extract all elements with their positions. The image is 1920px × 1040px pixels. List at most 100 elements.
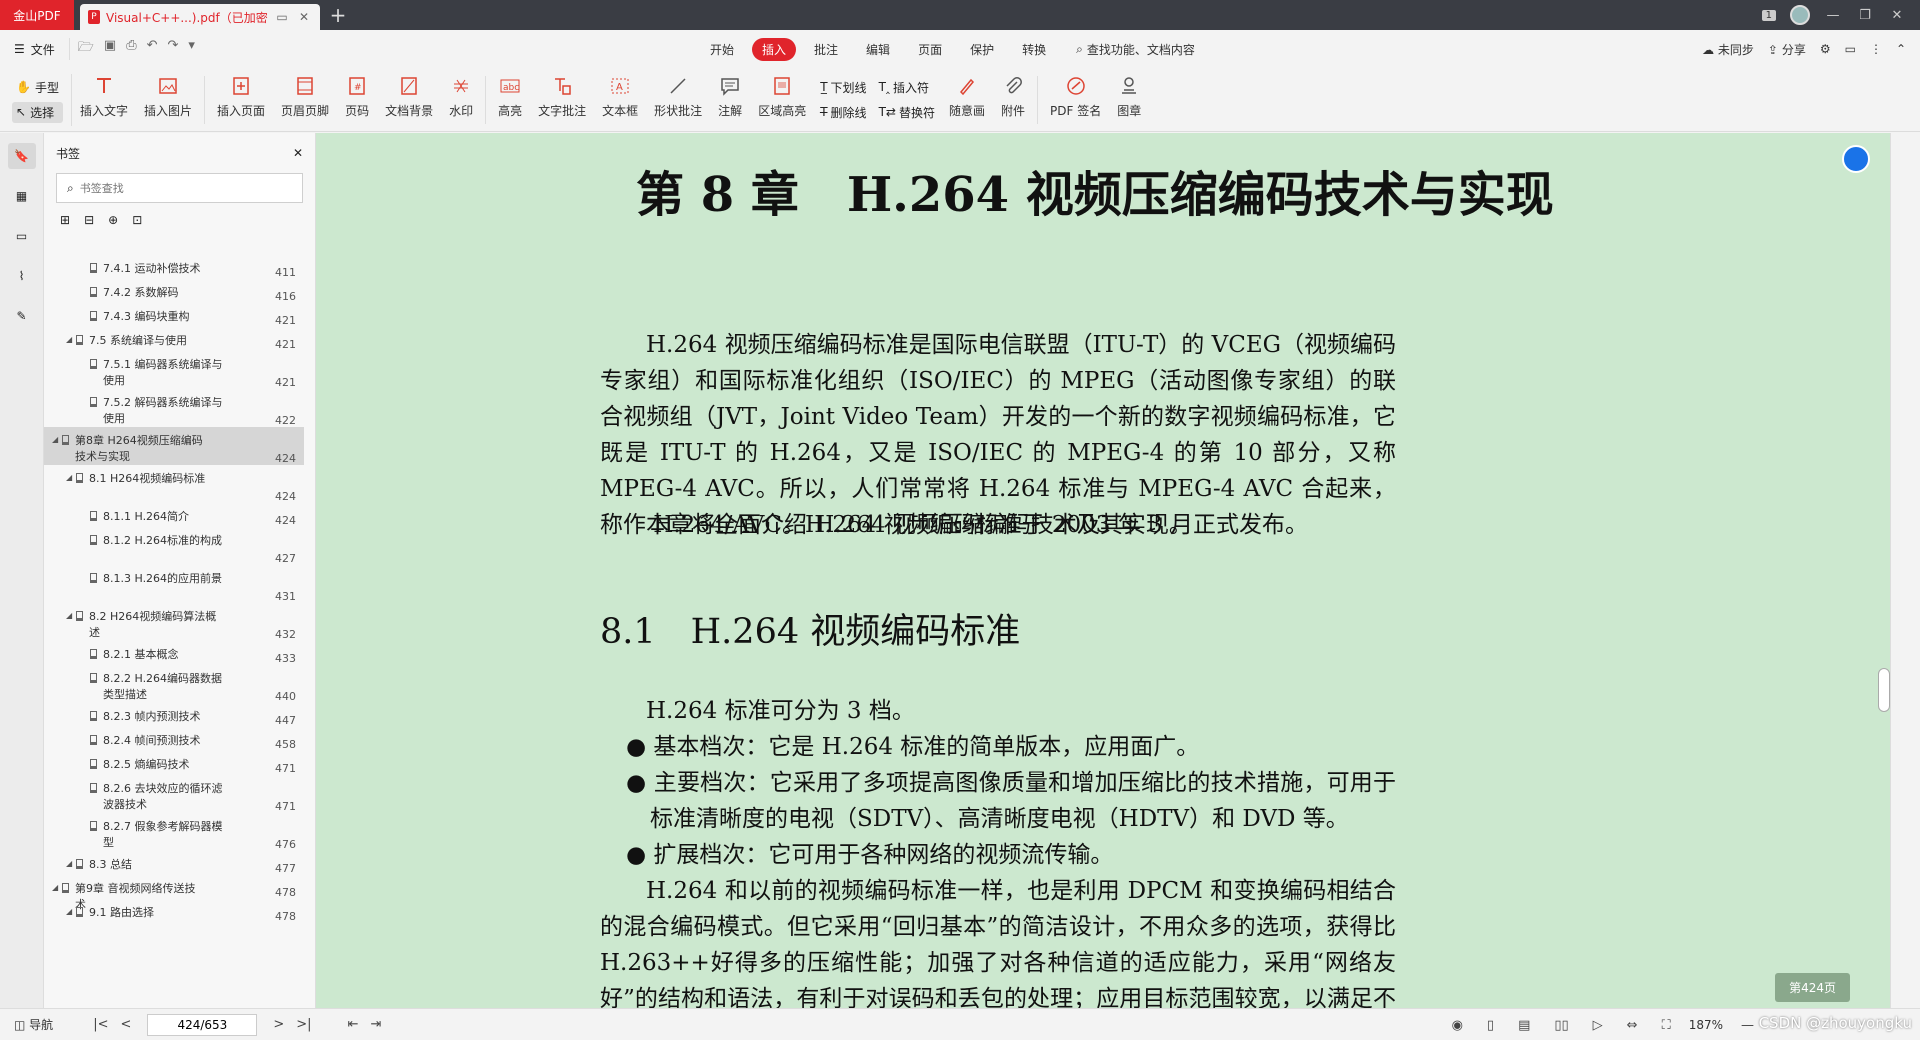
sync-button[interactable]: ☁ 未同步	[1702, 41, 1754, 58]
bookmark-item[interactable]: ◢ 7.5 系统编译与使用 421	[44, 327, 304, 351]
freehand-button[interactable]: 随意画	[941, 74, 993, 126]
bookmark-item[interactable]: 7.5.1 编码器系统编译与使用 421	[44, 351, 304, 389]
add-bookmark-icon[interactable]: ⊕	[108, 213, 118, 227]
settings-icon[interactable]: ⚙	[1820, 42, 1831, 56]
bookmark-search[interactable]: ⌕	[56, 173, 303, 203]
restore-icon[interactable]: ❐	[1856, 8, 1874, 23]
doc-background-button[interactable]: 文档背景	[377, 74, 441, 126]
save-icon[interactable]: ▣	[104, 38, 116, 60]
bookmark-item[interactable]: 8.2.7 假象参考解码器模型 476	[44, 813, 304, 851]
collapse-ribbon-icon[interactable]: ⌃	[1896, 42, 1906, 56]
insert-page-button[interactable]: 插入页面	[209, 74, 273, 126]
bookmark-item[interactable]: ◢ 9.1 路由选择 478	[44, 899, 304, 923]
bookmark-item[interactable]: 7.4.3 编码块重构 421	[44, 303, 304, 327]
select-tool-button[interactable]: ↖ 选择	[12, 101, 63, 123]
nav-toggle[interactable]: ◫ 导航	[14, 1016, 53, 1033]
print-icon[interactable]: ⎙	[126, 38, 136, 60]
bookmark-item[interactable]: 7.4.2 系数解码 416	[44, 279, 304, 303]
back-icon[interactable]: ⇤	[348, 1017, 359, 1032]
tab-annotate[interactable]: 批注	[804, 38, 848, 61]
expand-toggle-icon[interactable]: ◢	[52, 883, 62, 892]
prev-page-icon[interactable]: <	[120, 1017, 131, 1032]
collapse-all-icon[interactable]: ⊟	[84, 213, 94, 227]
document-tab[interactable]: P Visual+C++...).pdf（已加密） ▭ ✕	[80, 4, 320, 30]
expand-toggle-icon[interactable]: ◢	[66, 335, 76, 344]
tab-insert[interactable]: 插入	[752, 37, 797, 61]
app-menu-button[interactable]: 金山PDF	[0, 0, 74, 30]
expand-toggle-icon[interactable]: ◢	[52, 435, 62, 444]
page-number-input[interactable]	[147, 1013, 258, 1036]
tab-close-icon[interactable]: ✕	[296, 10, 312, 24]
expand-toggle-icon[interactable]: ◢	[66, 907, 76, 916]
bookmark-item[interactable]: 8.2.3 帧内预测技术 447	[44, 703, 304, 727]
comment-panel-button[interactable]: ▭	[8, 223, 36, 249]
expand-toggle-icon[interactable]: ◢	[66, 473, 76, 482]
textbox-button[interactable]: A 文本框	[594, 74, 646, 126]
bookmark-item[interactable]: 8.2.1 基本概念 433	[44, 641, 304, 665]
bookmark-item[interactable]: ◢ 第9章 音视频网络传送技术 478	[44, 875, 304, 911]
tab-convert[interactable]: 转换	[1012, 38, 1056, 61]
translate-float-button[interactable]	[1842, 145, 1870, 173]
bookmark-item[interactable]: 8.2.2 H.264编码器数据类型描述 440	[44, 665, 304, 703]
bookmark-search-input[interactable]	[79, 181, 280, 195]
bookmark-item[interactable]: ◢ 8.3 总结 477	[44, 851, 304, 875]
more-icon[interactable]: ⋮	[1870, 42, 1882, 56]
stamp-button[interactable]: 图章	[1109, 74, 1149, 126]
last-page-icon[interactable]: >|	[296, 1017, 311, 1032]
play-icon[interactable]: ▷	[1593, 1018, 1603, 1033]
bookmark-item[interactable]: 8.1.3 H.264的应用前景 431	[44, 565, 304, 603]
shape-annotation-button[interactable]: 形状批注	[646, 74, 710, 126]
zoom-out-icon[interactable]: —	[1741, 1018, 1754, 1033]
fit-width-icon[interactable]: ⇔	[1627, 1018, 1638, 1033]
new-tab-button[interactable]: +	[320, 0, 356, 30]
bookmark-item[interactable]: 7.5.2 解码器系统编译与使用 422	[44, 389, 304, 427]
forward-icon[interactable]: ⇥	[370, 1017, 381, 1032]
close-window-icon[interactable]: ✕	[1888, 8, 1906, 23]
insert-text-button[interactable]: 插入文字	[72, 74, 136, 126]
signature-panel-button[interactable]: ✎	[8, 303, 36, 329]
function-search[interactable]: ⌕ 查找功能、文档内容	[1076, 41, 1195, 58]
customize-dropdown-icon[interactable]: ▾	[188, 38, 195, 60]
bookmark-item[interactable]: 8.2.6 去块效应的循环滤波器技术 471	[44, 775, 304, 813]
tab-page[interactable]: 页面	[908, 38, 952, 61]
document-view[interactable]: 第 8 章 H.264 视频压缩编码技术与实现 H.264 视频压缩编码标准是国…	[316, 133, 1920, 1008]
underline-button[interactable]: T̲ 下划线	[820, 79, 866, 96]
redo-icon[interactable]: ↷	[168, 38, 179, 60]
bookmark-item[interactable]: ◢ 第8章 H264视频压缩编码技术与实现 424	[44, 427, 304, 465]
bookmark-outline-icon[interactable]: ⊡	[132, 213, 142, 227]
zoom-level[interactable]: 187%	[1689, 1018, 1723, 1032]
area-highlight-button[interactable]: 区域高亮	[750, 74, 814, 126]
insert-symbol-button[interactable]: T‸ 插入符	[879, 79, 935, 96]
tab-pin-icon[interactable]: ▭	[274, 10, 290, 24]
avatar[interactable]	[1790, 5, 1810, 25]
page-count-badge[interactable]: 1	[1761, 9, 1776, 21]
strikethrough-button[interactable]: T̶ 删除线	[820, 104, 866, 121]
tab-edit[interactable]: 编辑	[856, 38, 900, 61]
eye-protect-icon[interactable]: ◉	[1452, 1018, 1463, 1033]
bookmark-item[interactable]: 7.4.1 运动补偿技术 411	[44, 255, 304, 279]
pdf-sign-button[interactable]: PDF 签名	[1042, 74, 1109, 126]
insert-image-button[interactable]: 插入图片	[136, 74, 200, 126]
thumbnail-panel-button[interactable]: ▦	[8, 183, 36, 209]
note-button[interactable]: 注解	[710, 74, 750, 126]
fit-page-icon[interactable]: ⛶	[1662, 1018, 1671, 1033]
watermark-button[interactable]: 水印	[441, 74, 481, 126]
bookmark-item[interactable]: 8.1.1 H.264简介 424	[44, 503, 304, 527]
bookmark-panel-button[interactable]: 🔖	[7, 143, 36, 169]
document-scrollbar[interactable]	[1878, 133, 1890, 1008]
hand-tool-button[interactable]: ✋ 手型	[12, 77, 63, 98]
attachment-button[interactable]: 附件	[993, 74, 1033, 126]
expand-toggle-icon[interactable]: ◢	[66, 611, 76, 620]
share-button[interactable]: ⇪ 分享	[1768, 41, 1806, 58]
scrollbar-thumb[interactable]	[1878, 668, 1890, 712]
minimize-icon[interactable]: —	[1824, 8, 1842, 23]
bookmark-item[interactable]: ◢ 8.2 H264视频编码算法概述 432	[44, 603, 304, 641]
page-number-button[interactable]: # 页码	[337, 74, 377, 126]
open-folder-icon[interactable]: 🗁	[78, 38, 94, 60]
feedback-icon[interactable]: ▭	[1845, 42, 1856, 56]
single-page-icon[interactable]: ▯	[1487, 1018, 1494, 1033]
bookmark-item[interactable]: 8.2.4 帧间预测技术 458	[44, 727, 304, 751]
tab-protect[interactable]: 保护	[960, 38, 1004, 61]
close-icon[interactable]: ✕	[293, 146, 303, 160]
continuous-page-icon[interactable]: ▤	[1518, 1018, 1530, 1033]
